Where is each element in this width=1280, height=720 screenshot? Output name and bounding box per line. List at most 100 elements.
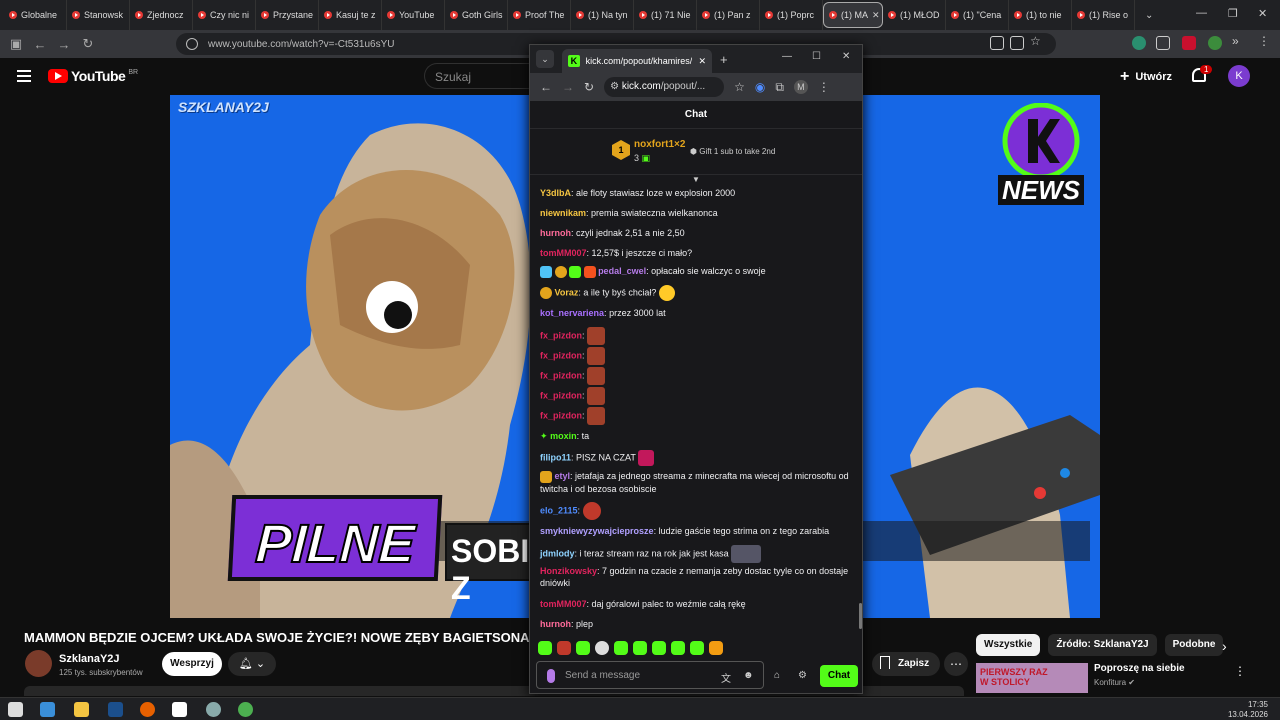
chat-username[interactable]: fx_pizdon: [540, 410, 582, 420]
chat-username[interactable]: tomMM007: [540, 248, 587, 258]
subscription-bell-button[interactable]: 🔔︎ ⌄: [228, 652, 276, 676]
chat-username[interactable]: hurnoh: [540, 228, 571, 238]
emote-icon[interactable]: [671, 641, 685, 655]
chrome-icon[interactable]: [238, 702, 253, 717]
chat-username[interactable]: hurnoh: [540, 619, 571, 629]
emote-icon[interactable]: [557, 641, 571, 655]
browser-tab[interactable]: YouTube: [382, 0, 445, 30]
close-window-icon[interactable]: ✕: [842, 51, 850, 62]
system-clock[interactable]: 17:35 13.04.2026: [1228, 700, 1268, 720]
install-app-icon[interactable]: [1010, 36, 1024, 50]
youtube-logo[interactable]: YouTube BR: [48, 68, 138, 84]
translate-icon[interactable]: 文: [721, 670, 731, 685]
minimize-icon[interactable]: —: [1196, 7, 1207, 19]
browser-tab[interactable]: Czy nic ni: [193, 0, 256, 30]
close-window-icon[interactable]: ✕: [1258, 7, 1267, 20]
desktop-icon[interactable]: [8, 702, 23, 717]
reload-icon[interactable]: ↻: [584, 80, 594, 94]
back-icon[interactable]: ←: [540, 80, 552, 94]
browser-tab[interactable]: Kasuj te z: [319, 0, 382, 30]
menu-icon[interactable]: ⋮: [818, 80, 830, 94]
extension-shield-icon[interactable]: [1132, 36, 1146, 50]
chat-username[interactable]: fx_pizdon: [540, 390, 582, 400]
chat-username[interactable]: fx_pizdon: [540, 370, 582, 380]
forward-icon[interactable]: →: [52, 37, 76, 52]
chat-username[interactable]: pedal_cwel: [598, 266, 646, 276]
site-info-icon[interactable]: [186, 38, 198, 50]
extension-green-icon[interactable]: [1208, 36, 1222, 50]
chat-username[interactable]: jdmlody: [540, 548, 575, 558]
emote-icon[interactable]: [709, 641, 723, 655]
create-button[interactable]: + Utwórz: [1120, 68, 1172, 86]
bookmark-star-icon[interactable]: ☆: [1030, 34, 1044, 48]
close-tab-icon[interactable]: ✕: [698, 56, 706, 67]
gift-prompt[interactable]: ⬢ Gift 1 sub to take 2nd: [690, 147, 775, 156]
channel-avatar[interactable]: [25, 650, 52, 677]
emote-icon[interactable]: [633, 641, 647, 655]
emote-icon[interactable]: [595, 641, 609, 655]
close-tab-icon[interactable]: ✕: [872, 10, 880, 21]
emote-icon[interactable]: [690, 641, 704, 655]
back-icon[interactable]: ←: [28, 37, 52, 52]
browser-tab[interactable]: Stanowsk: [67, 0, 130, 30]
emote-icon[interactable]: [538, 641, 552, 655]
chip-all[interactable]: Wszystkie: [976, 634, 1041, 656]
browser-tab[interactable]: (1) Pan z: [697, 0, 760, 30]
chat-username[interactable]: Voraz: [555, 287, 579, 297]
chevron-right-icon[interactable]: ›: [1222, 638, 1227, 654]
extension-ublock-icon[interactable]: [1182, 36, 1196, 50]
channel-name[interactable]: SzklanaY2J: [59, 653, 120, 665]
suggestion-title[interactable]: Poproszę na siebie: [1094, 663, 1185, 674]
bookmark-star-icon[interactable]: ☆: [734, 80, 745, 94]
emote-icon[interactable]: [614, 641, 628, 655]
browser-tab[interactable]: (1) to nie: [1009, 0, 1072, 30]
chat-username[interactable]: smykniewyzywajcieprosze: [540, 526, 654, 536]
chat-username[interactable]: fx_pizdon: [540, 350, 582, 360]
chat-send-button[interactable]: Chat: [820, 665, 858, 687]
collapse-chevron-icon[interactable]: ▼: [530, 175, 862, 187]
chat-username[interactable]: Honzikowsky: [540, 566, 597, 576]
menu-icon[interactable]: [17, 70, 31, 82]
extension-puzzle-icon[interactable]: [1156, 36, 1170, 50]
emote-icon[interactable]: [652, 641, 666, 655]
chat-username[interactable]: fx_pizdon: [540, 330, 582, 340]
chat-username[interactable]: tomMM007: [540, 599, 587, 609]
browser-menu-icon[interactable]: ⋮: [1258, 34, 1272, 48]
chat-username[interactable]: Y3dlbA: [540, 188, 571, 198]
settings-gear-icon[interactable]: ⚙: [798, 670, 807, 681]
chat-username[interactable]: elo_2115: [540, 505, 578, 515]
new-tab-icon[interactable]: +: [720, 52, 728, 67]
forward-icon[interactable]: →: [562, 80, 574, 94]
file-explorer-icon[interactable]: [74, 702, 89, 717]
chat-scrollbar[interactable]: [859, 603, 862, 629]
popup-tab[interactable]: K kick.com/popout/khamires/cha ✕: [562, 49, 712, 73]
tab-actions-icon[interactable]: ▣: [4, 36, 28, 52]
reload-icon[interactable]: ↻: [76, 36, 100, 52]
suggestion-more-icon[interactable]: ⋮: [1234, 664, 1246, 678]
tab-search-icon[interactable]: ⌄: [536, 50, 554, 68]
steam-icon[interactable]: [108, 702, 123, 717]
chat-username[interactable]: kot_nervariena: [540, 308, 604, 318]
browser-tab[interactable]: (1) Na tyn: [571, 0, 634, 30]
chat-username[interactable]: filipo11: [540, 452, 571, 462]
minimize-icon[interactable]: —: [782, 51, 792, 62]
notion-icon[interactable]: [172, 702, 187, 717]
browser-tab[interactable]: Przystane: [256, 0, 319, 30]
chat-username[interactable]: etyl: [555, 471, 571, 481]
profile-icon[interactable]: M: [793, 80, 808, 94]
browser-tab[interactable]: (1) Poprc: [760, 0, 823, 30]
browser-tab[interactable]: Zjednocz: [130, 0, 193, 30]
support-button[interactable]: Wesprzyj: [162, 652, 222, 676]
app-icon[interactable]: [206, 702, 221, 717]
browser-tab[interactable]: (1) MŁOD: [883, 0, 946, 30]
browser-tab[interactable]: Proof The: [508, 0, 571, 30]
chat-username[interactable]: moxin: [550, 431, 577, 441]
maximize-icon[interactable]: ☐: [812, 51, 821, 62]
microphone-icon[interactable]: [547, 669, 555, 683]
windows-start-icon[interactable]: [40, 702, 55, 717]
popup-address-bar[interactable]: ⚙ kick.com/popout/...: [604, 77, 725, 97]
store-icon[interactable]: ⌂: [774, 670, 780, 681]
browser-tab[interactable]: (1) "Cena: [946, 0, 1009, 30]
browser-tab[interactable]: Globalne: [4, 0, 67, 30]
cast-icon[interactable]: [990, 36, 1004, 50]
